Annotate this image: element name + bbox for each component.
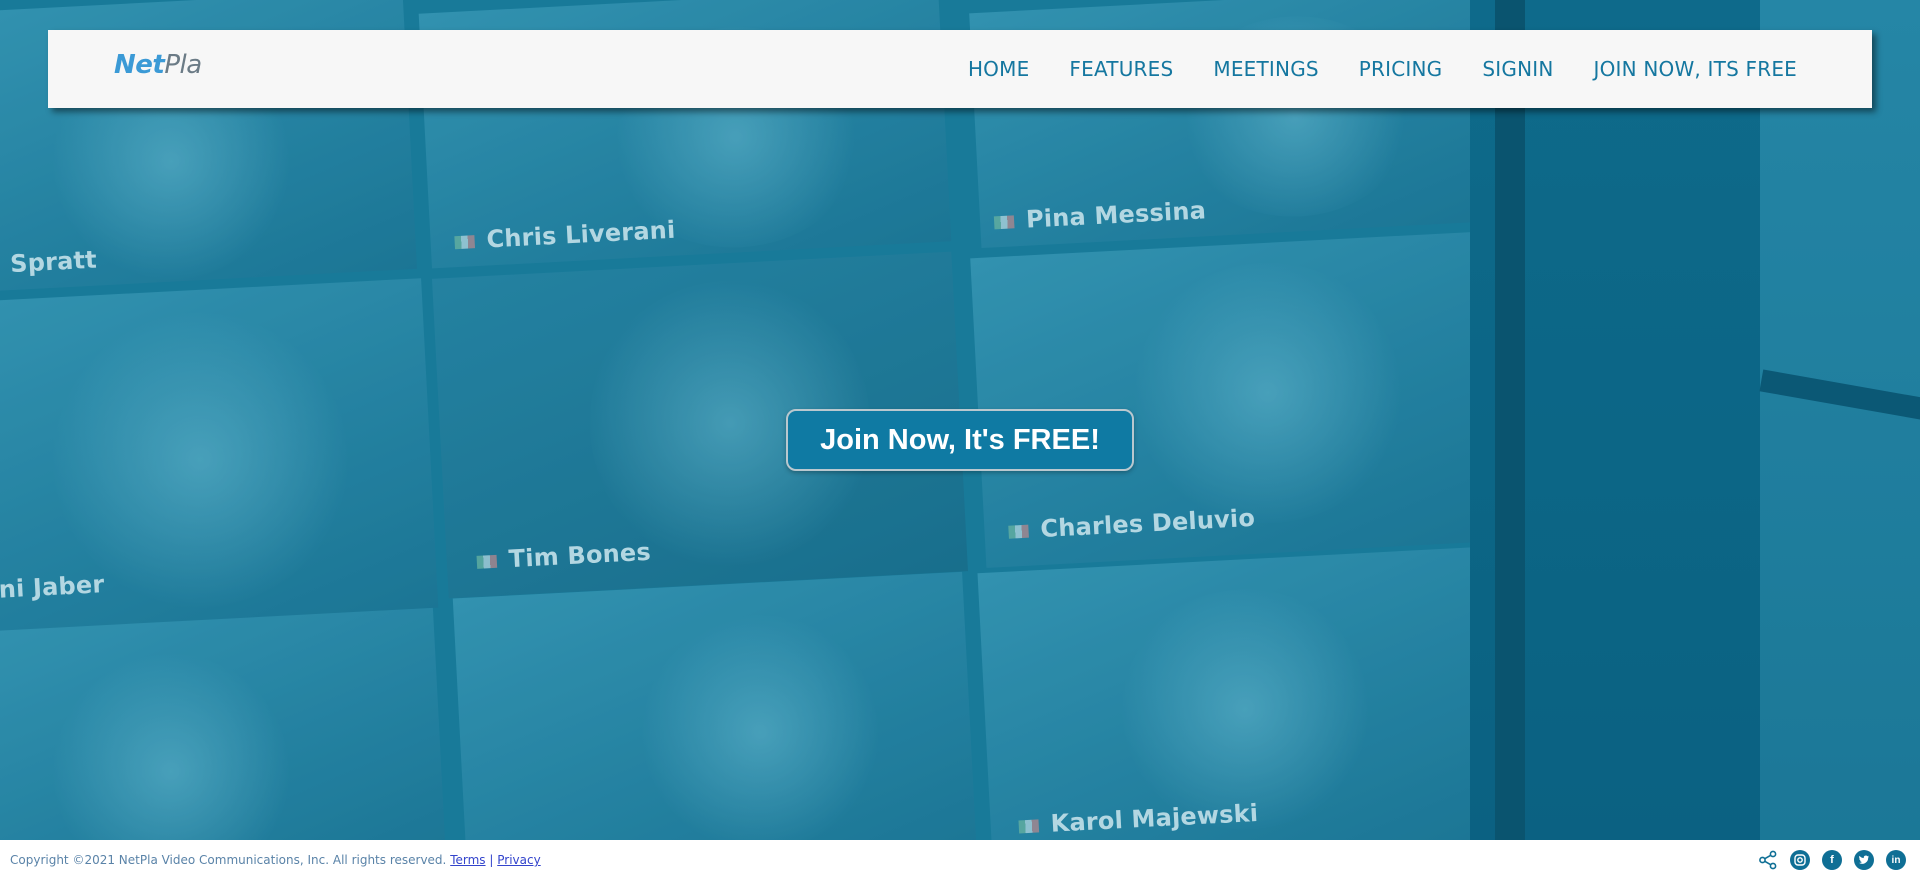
facebook-icon[interactable]: f [1822,850,1842,870]
share-icon[interactable] [1758,850,1778,870]
instagram-icon[interactable] [1790,850,1810,870]
nav-meetings[interactable]: MEETINGS [1213,57,1318,81]
logo-part-net: Net [114,50,165,80]
nav-pricing[interactable]: PRICING [1359,57,1443,81]
copyright-text: Copyright ©2021 NetPla Video Communicati… [10,853,447,867]
privacy-link[interactable]: Privacy [497,853,540,867]
footer: Copyright ©2021 NetPla Video Communicati… [0,840,1920,880]
logo-part-pla: Pla [164,50,202,80]
twitter-icon[interactable] [1854,850,1874,870]
logo[interactable]: NetPla [114,50,202,80]
nav-join-now[interactable]: JOIN NOW, ITS FREE [1594,57,1798,81]
social-links: f in [1758,850,1906,870]
top-navbar: NetPla HOME FEATURES MEETINGS PRICING SI… [48,30,1872,108]
footer-legal: Copyright ©2021 NetPla Video Communicati… [10,853,541,867]
nav-features[interactable]: FEATURES [1069,57,1173,81]
footer-separator: | [489,853,494,867]
join-now-button[interactable]: Join Now, It's FREE! [786,409,1134,471]
nav-menu: HOME FEATURES MEETINGS PRICING SIGNIN JO… [968,30,1797,108]
terms-link[interactable]: Terms [450,853,485,867]
nav-signin[interactable]: SIGNIN [1482,57,1553,81]
linkedin-icon[interactable]: in [1886,850,1906,870]
nav-home[interactable]: HOME [968,57,1029,81]
